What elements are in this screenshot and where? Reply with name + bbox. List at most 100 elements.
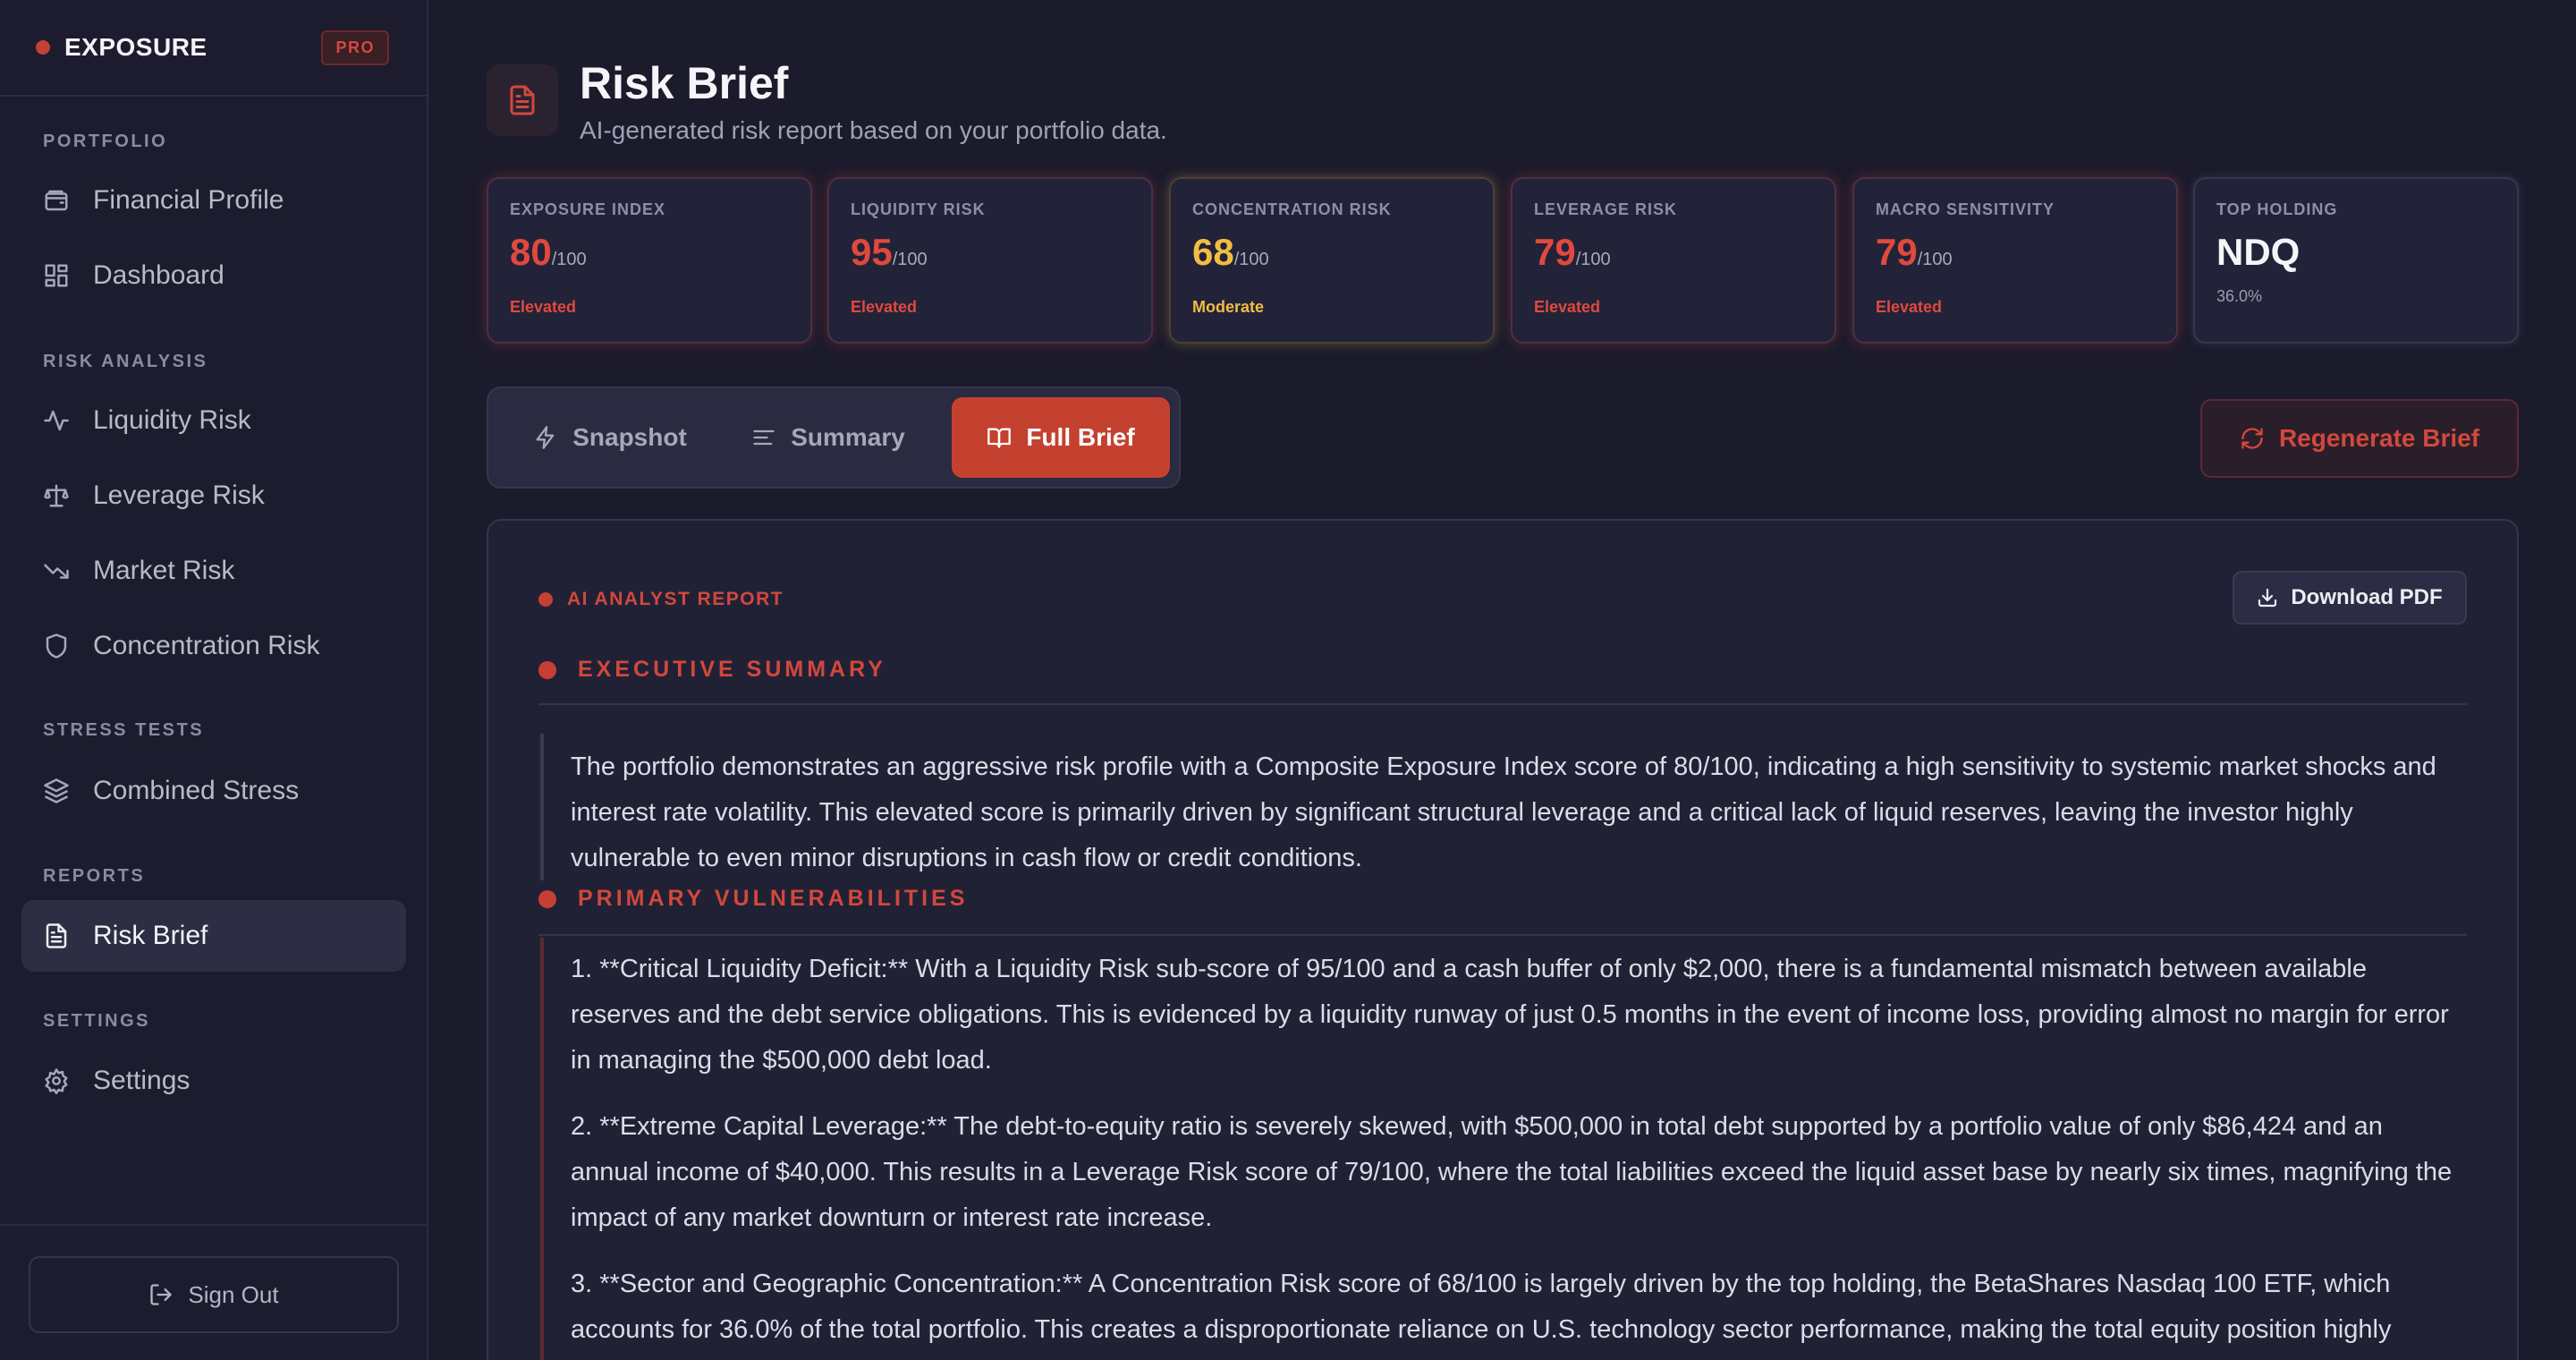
metric-denominator: /100 [551, 250, 587, 269]
view-tabs: Snapshot Summary Full Brief [487, 387, 1181, 489]
tab-snapshot[interactable]: Snapshot [521, 397, 699, 478]
download-icon [2258, 588, 2277, 608]
metric-value: 79/100 [1534, 232, 1813, 280]
metric-status: Elevated [851, 298, 918, 316]
metric-label: LEVERAGE RISK [1534, 200, 1678, 218]
metric-denominator: /100 [1917, 250, 1953, 269]
download-pdf-button[interactable]: Download PDF [2233, 571, 2467, 625]
report-paragraph: 3. **Sector and Geographic Concentration… [571, 1270, 2392, 1344]
metric-number: 95 [851, 231, 893, 273]
sidebar-item-label: Market Risk [93, 556, 235, 585]
grid-icon [45, 264, 68, 287]
report-panel: AI ANALYST REPORT Download PDF EXECUTIVE… [487, 519, 2519, 1360]
nav-section-label: REPORTS [43, 866, 146, 886]
metric-number: 79 [1876, 231, 1918, 273]
sidebar-footer: Sign Out [0, 1224, 428, 1360]
section-dot [538, 660, 556, 679]
shield-icon [46, 633, 67, 659]
brand-dot [36, 40, 50, 55]
nav-section-stress-tests: STRESS TESTS [0, 718, 428, 742]
metric-number: NDQ [2216, 231, 2301, 273]
sidebar-item-label: Concentration Risk [93, 631, 320, 660]
tab-full-brief[interactable]: Full Brief [952, 397, 1170, 478]
nav-section-label: SETTINGS [43, 1011, 151, 1031]
sidebar-item-settings[interactable]: Settings [21, 1045, 406, 1117]
layers-icon [44, 778, 69, 803]
nav-section-settings: SETTINGS [0, 1009, 428, 1033]
scale-icon [44, 484, 69, 507]
sidebar-item-label: Risk Brief [93, 921, 208, 950]
sidebar-item-label: Liquidity Risk [93, 405, 251, 435]
sidebar-item-leverage-risk[interactable]: Leverage Risk [21, 460, 406, 531]
metric-status: Elevated [1534, 298, 1601, 316]
sidebar-item-dashboard[interactable]: Dashboard [21, 240, 406, 311]
sidebar-item-concentration-risk[interactable]: Concentration Risk [21, 610, 406, 682]
metric-status: Moderate [1192, 298, 1265, 316]
metric-label: EXPOSURE INDEX [510, 200, 666, 218]
metric-card-macro-sensitivity: MACRO SENSITIVITY 79/100 Elevated [1852, 177, 2178, 344]
sidebar-item-liquidity-risk[interactable]: Liquidity Risk [21, 385, 406, 456]
metric-value: 68/100 [1192, 232, 1471, 280]
sidebar-item-label: Leverage Risk [93, 480, 265, 510]
section-divider [538, 934, 2467, 936]
section-dot [538, 889, 556, 908]
metric-card-top-holding: TOP HOLDING NDQ 36.0% [2193, 177, 2519, 344]
metric-value: 79/100 [1876, 232, 2155, 280]
sidebar-item-risk-brief[interactable]: Risk Brief [21, 900, 406, 972]
nav-section-reports: REPORTS [0, 864, 428, 888]
metric-card-exposure-index: EXPOSURE INDEX 80/100 Elevated [487, 177, 812, 344]
sidebar-item-financial-profile[interactable]: Financial Profile [21, 165, 406, 236]
nav-section-risk-analysis: RISK ANALYSIS [0, 350, 428, 373]
sidebar-item-combined-stress[interactable]: Combined Stress [21, 755, 406, 827]
regenerate-brief-button[interactable]: Regenerate Brief [2200, 399, 2519, 478]
report-paragraph: 2. **Extreme Capital Leverage:** The deb… [571, 1112, 2453, 1232]
sign-out-button[interactable]: Sign Out [29, 1256, 399, 1333]
metric-denominator: /100 [1575, 250, 1611, 269]
book-open-icon [987, 428, 1012, 448]
sidebar-item-label: Financial Profile [93, 185, 284, 215]
metric-number: 68 [1192, 231, 1234, 273]
nav-section-label: RISK ANALYSIS [43, 352, 208, 371]
tab-label: Full Brief [1026, 423, 1135, 451]
metric-card-concentration-risk: CONCENTRATION RISK 68/100 Moderate [1169, 177, 1495, 344]
metric-number: 80 [510, 231, 552, 273]
sign-out-label: Sign Out [188, 1280, 279, 1308]
wallet-icon [45, 190, 68, 211]
quote-bar [540, 734, 544, 880]
section-heading-label: PRIMARY VULNERABILITIES [578, 886, 969, 911]
metric-number: 79 [1534, 231, 1576, 273]
tab-summary[interactable]: Summary [730, 397, 927, 478]
metric-label: TOP HOLDING [2216, 200, 2338, 218]
section-heading-executive-summary: EXECUTIVE SUMMARY [538, 657, 2467, 683]
metric-card-leverage-risk: LEVERAGE RISK 79/100 Elevated [1511, 177, 1836, 344]
metric-denominator: /100 [892, 250, 928, 269]
trending-down-icon [44, 564, 69, 579]
tab-label: Summary [791, 423, 905, 451]
report-tag-label: AI ANALYST REPORT [567, 589, 784, 609]
quote-bar [540, 938, 544, 1360]
metric-status: Elevated [510, 298, 577, 316]
activity-icon [44, 410, 69, 431]
metric-denominator: /100 [1233, 250, 1269, 269]
page-title: Risk Brief [580, 58, 789, 108]
metric-value: 95/100 [851, 232, 1130, 280]
sidebar-item-label: Combined Stress [93, 776, 300, 805]
metric-card-liquidity-risk: LIQUIDITY RISK 95/100 Elevated [827, 177, 1153, 344]
brand-name[interactable]: EXPOSURE [64, 33, 321, 62]
report-paragraph: The portfolio demonstrates an aggressive… [571, 752, 2436, 872]
metric-label: MACRO SENSITIVITY [1876, 200, 2055, 218]
section-divider [538, 703, 2467, 705]
nav-section-label: STRESS TESTS [43, 720, 205, 740]
section-heading-primary-vulnerabilities: PRIMARY VULNERABILITIES [538, 886, 2467, 912]
tab-label: Snapshot [572, 423, 687, 451]
regenerate-brief-label: Regenerate Brief [2278, 424, 2480, 452]
file-text-icon [510, 85, 535, 115]
page-header-icon [487, 64, 558, 136]
zap-icon [536, 426, 555, 449]
brand: EXPOSURE PRO [0, 0, 427, 97]
sidebar-item-label: Settings [93, 1066, 191, 1095]
gear-icon [45, 1068, 68, 1094]
align-left-icon [753, 429, 775, 446]
sidebar-item-market-risk[interactable]: Market Risk [21, 535, 406, 607]
download-pdf-label: Download PDF [2291, 585, 2443, 609]
